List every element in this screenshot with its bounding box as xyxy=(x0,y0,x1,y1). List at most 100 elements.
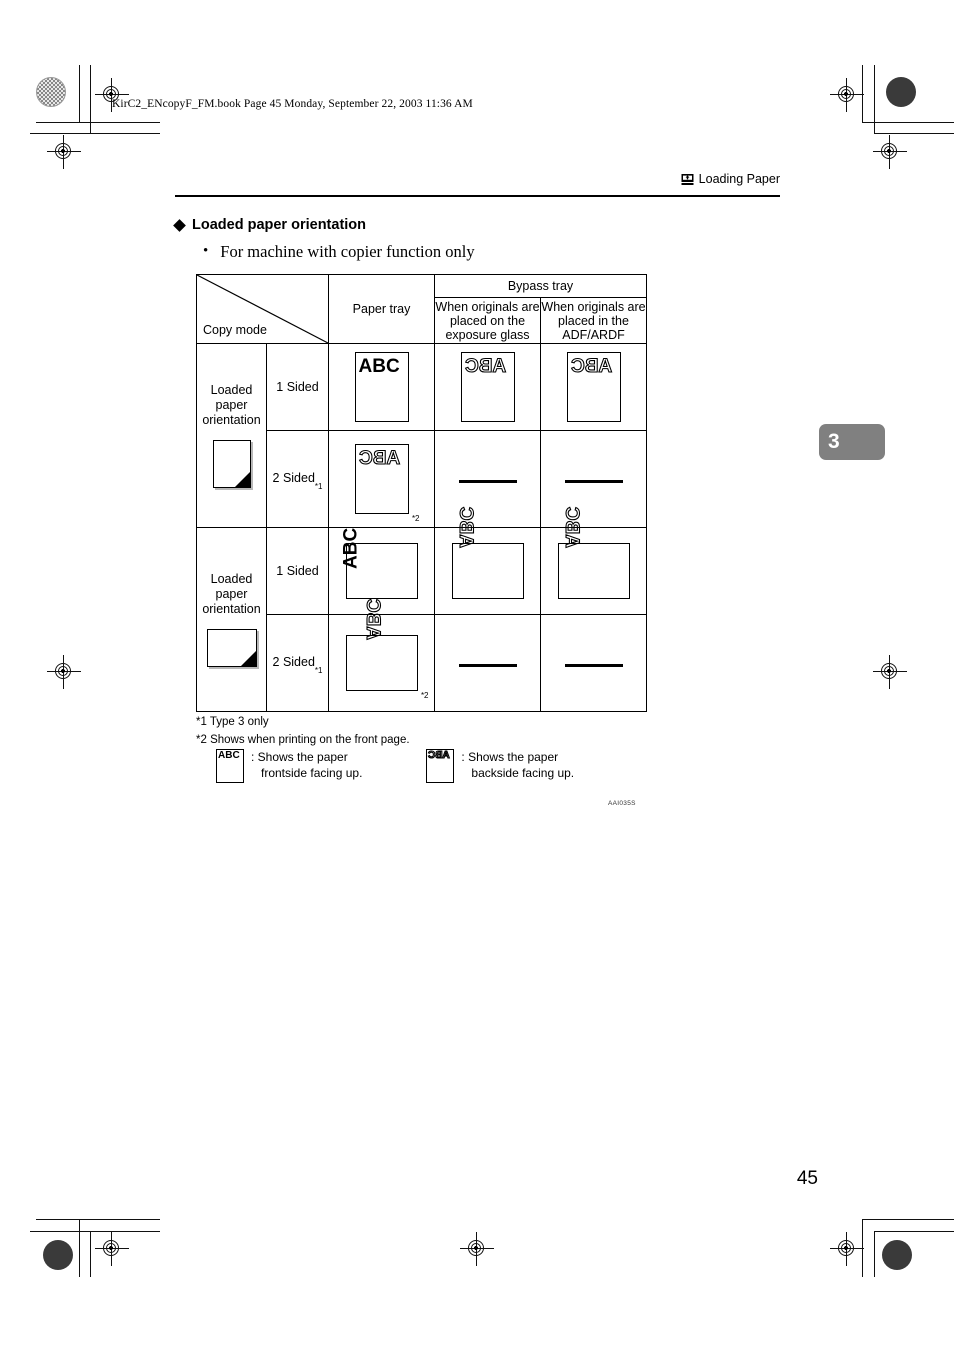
sheet-graphic: ABC xyxy=(354,352,409,422)
load-paper-icon xyxy=(681,173,694,186)
sheet-text-mirrored: ABC xyxy=(358,447,400,469)
header-bypass-exposure-glass: When originals are placed on the exposur… xyxy=(434,297,541,344)
trim-mark-br-v2 xyxy=(874,1231,876,1277)
trim-mark-br-h1 xyxy=(862,1219,954,1221)
footnote-2: *2 Shows when printing on the front page… xyxy=(196,733,410,746)
mode-label: 2 Sided xyxy=(272,470,315,485)
legend-sample-front: ABC xyxy=(218,750,240,761)
sheet-text-mirrored: ABC xyxy=(561,506,583,548)
trim-mark-tr-h1 xyxy=(862,122,954,124)
sheet-text-mirrored: ABC xyxy=(464,355,506,377)
footnotes-block: *1 Type 3 only *2 Shows when printing on… xyxy=(196,714,410,750)
chapter-tab: 3 xyxy=(819,424,885,460)
mode-label: 2 Sided xyxy=(272,654,315,669)
sheet-footnote-ref: *2 xyxy=(411,514,420,523)
registration-target-right-upper xyxy=(873,135,907,169)
legend-item-backside: ABC : Shows the paper backside facing up… xyxy=(426,749,574,783)
legend-sample-back: ABC xyxy=(428,749,451,761)
sheet-text-front: ABC xyxy=(340,527,361,569)
group-label-1: Loaded paper orientation xyxy=(202,382,261,428)
legend-front-line2: frontside facing up. xyxy=(261,766,363,781)
cell-bypass-adf-r2 xyxy=(540,430,647,528)
sheet-graphic: ABC xyxy=(557,506,630,599)
not-applicable-dash xyxy=(564,480,623,483)
legend-text-front: : Shows the paper frontside facing up. xyxy=(251,749,362,781)
not-applicable-dash xyxy=(458,664,517,667)
registration-target-right-middle xyxy=(873,655,907,689)
legend-back-line1: : Shows the paper xyxy=(461,750,559,764)
mode-cell-2-sided-landscape: 2 Sided*1 xyxy=(266,614,329,712)
portrait-paper-folded-corner-icon xyxy=(212,440,251,489)
trim-mark-tr-v2 xyxy=(874,65,876,134)
header-rule xyxy=(175,195,780,197)
section-heading: Loaded paper orientation xyxy=(173,217,366,233)
bullet-dot-icon: • xyxy=(203,243,209,259)
registration-target-bottom-right xyxy=(830,1232,864,1266)
trim-mark-tl-h1 xyxy=(36,122,160,124)
corner-cell: Copy mode xyxy=(196,274,329,344)
file-info-bar: KirC2_ENcopyF_FM.book Page 45 Monday, Se… xyxy=(112,98,473,110)
registration-target-bottom-left xyxy=(95,1232,129,1266)
sheet-text-mirrored: ABC xyxy=(570,355,612,377)
registration-target-left-upper xyxy=(47,135,81,169)
corner-label: Copy mode xyxy=(203,323,267,337)
cell-bypass-glass-r1: ABC xyxy=(434,343,541,431)
mode-label: 1 Sided xyxy=(276,380,319,394)
cell-bypass-glass-r4 xyxy=(434,614,541,712)
group-label-cell-1: Loaded paper orientation xyxy=(196,343,267,528)
legend-front-line1: : Shows the paper xyxy=(251,750,348,764)
solid-dot-bottom-right xyxy=(882,1240,912,1270)
cell-papertray-r2: ABC *2 xyxy=(328,430,435,528)
table-row: Loaded paper orientation 1 Sided ABC ABC xyxy=(196,506,647,712)
mode-cell-1-sided-portrait: 1 Sided xyxy=(266,343,329,431)
legend-back-line2: backside facing up. xyxy=(471,766,575,781)
trim-mark-tl-v2 xyxy=(90,65,92,134)
not-applicable-dash xyxy=(564,664,623,667)
sheet-graphic: ABC xyxy=(566,352,621,422)
sheet-graphic: ABC xyxy=(451,506,524,599)
page-number: 45 xyxy=(796,1168,818,1189)
solid-dot-top-right xyxy=(886,77,916,107)
mode-footnote-ref: *1 xyxy=(314,666,323,676)
not-applicable-dash xyxy=(458,480,517,483)
halftone-dot-top-left xyxy=(36,77,66,107)
figure-code: AAI035S xyxy=(608,800,636,807)
legend-block: ABC : Shows the paper frontside facing u… xyxy=(216,749,574,783)
running-header-label: Loading Paper xyxy=(698,172,780,186)
table-row: Loaded paper orientation 1 Sided ABC ABC xyxy=(196,343,647,528)
trim-mark-tl-v1 xyxy=(79,65,81,123)
diamond-bullet-icon xyxy=(173,218,186,232)
group-label-2: Loaded paper orientation xyxy=(202,571,261,617)
paper-orientation-table: Copy mode Paper tray Bypass tray When or… xyxy=(196,273,647,712)
cell-bypass-glass-r2 xyxy=(434,430,541,528)
sheet-graphic: ABC *2 xyxy=(345,598,429,700)
legend-item-frontside: ABC : Shows the paper frontside facing u… xyxy=(216,749,362,783)
cell-bypass-adf-r1: ABC xyxy=(540,343,647,431)
sheet-graphic: ABC *2 xyxy=(354,444,420,523)
group-label-cell-2: Loaded paper orientation xyxy=(196,527,267,712)
registration-target-bottom-center xyxy=(460,1232,494,1266)
cell-bypass-adf-r4 xyxy=(540,614,647,712)
mode-label: 1 Sided xyxy=(276,564,319,578)
header-paper-tray: Paper tray xyxy=(328,274,435,344)
sheet-graphic: ABC xyxy=(340,528,418,599)
trim-mark-bl-v1 xyxy=(79,1219,81,1277)
legend-text-back: : Shows the paper backside facing up. xyxy=(461,749,574,781)
legend-sheet-front-icon: ABC xyxy=(216,749,244,783)
cell-bypass-adf-r3: ABC xyxy=(540,506,647,615)
legend-sheet-back-icon: ABC xyxy=(426,749,455,783)
header-bypass-tray: Bypass tray xyxy=(434,273,647,299)
registration-target-left-middle xyxy=(47,655,81,689)
trim-mark-bl-v2 xyxy=(90,1231,92,1277)
section-bullet-label: For machine with copier function only xyxy=(220,242,475,261)
sheet-text-front: ABC xyxy=(358,356,400,377)
cell-papertray-r1: ABC xyxy=(328,343,435,431)
cell-bypass-glass-r3: ABC xyxy=(434,506,541,615)
table-header-row-1: Copy mode Paper tray Bypass tray xyxy=(196,273,647,344)
trim-mark-bl-h1 xyxy=(36,1219,160,1221)
section-bullet: • For machine with copier function only xyxy=(203,242,475,262)
mode-cell-1-sided-landscape: 1 Sided xyxy=(266,527,329,615)
sheet-text-mirrored: ABC xyxy=(455,506,477,548)
registration-target-top-right xyxy=(830,78,864,112)
sheet-graphic: ABC xyxy=(460,352,515,422)
